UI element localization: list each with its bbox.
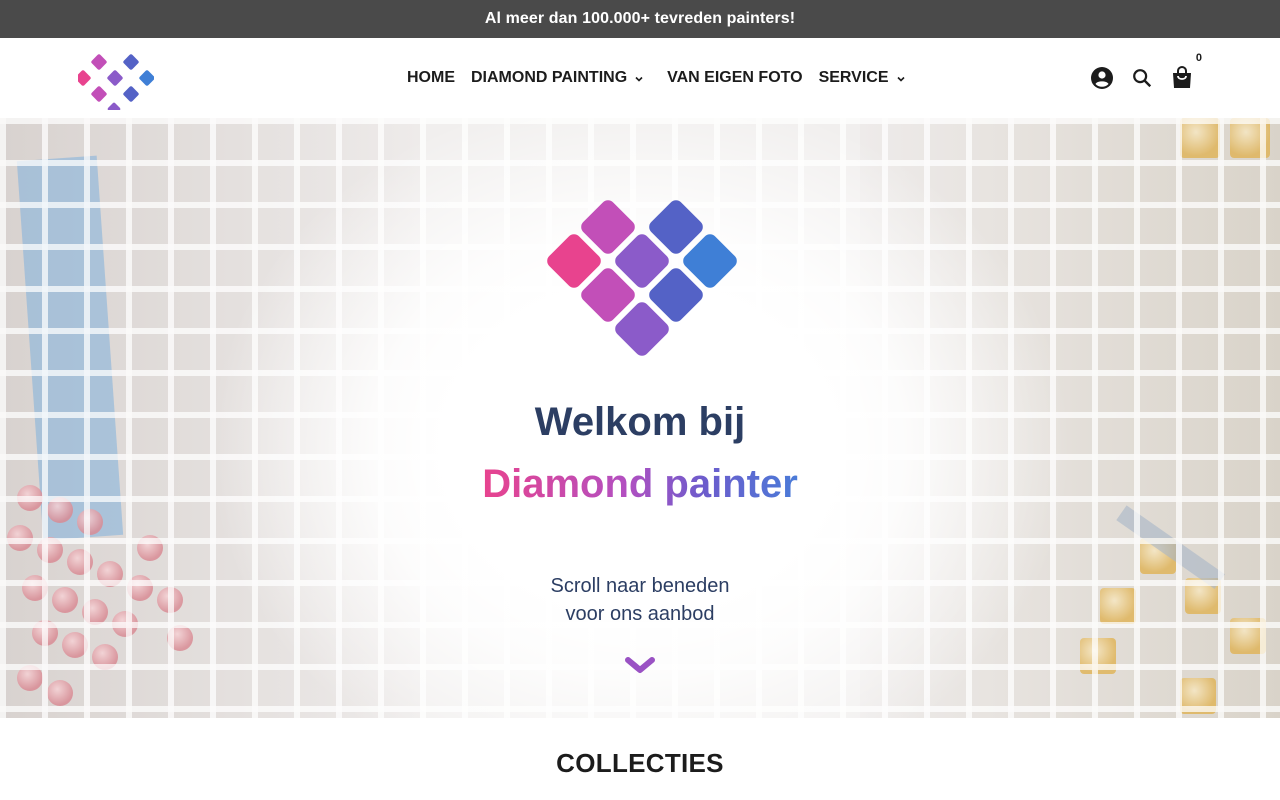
- chevron-down-icon: [633, 72, 645, 84]
- hero-brand-name: Diamond painter: [0, 462, 1280, 507]
- announcement-text: Al meer dan 100.000+ tevreden painters!: [484, 10, 796, 27]
- header-icons: 0: [1074, 38, 1202, 118]
- hero-scroll-text: Scroll naar beneden voor ons aanbod: [0, 572, 1280, 628]
- nav-service[interactable]: SERVICE: [819, 69, 907, 87]
- hero-banner: Welkom bij Diamond painter Scroll naar b…: [0, 118, 1280, 718]
- site-logo[interactable]: [75, 48, 155, 116]
- chevron-down-icon[interactable]: [624, 654, 656, 678]
- nav-home[interactable]: HOME: [407, 69, 455, 87]
- search-icon[interactable]: [1130, 66, 1154, 90]
- collections-heading: COLLECTIES: [556, 748, 724, 778]
- nav-home-label: HOME: [407, 69, 455, 86]
- nav-diamond-painting-label: DIAMOND PAINTING: [471, 69, 628, 86]
- hero-brand-text: Diamond painter: [482, 462, 798, 506]
- cart-count-badge: 0: [1195, 52, 1202, 64]
- chevron-down-icon: [895, 72, 907, 84]
- nav-van-eigen-foto[interactable]: VAN EIGEN FOTO: [667, 69, 802, 87]
- hero-title: Welkom bij: [534, 400, 746, 444]
- nav-service-label: SERVICE: [818, 69, 889, 86]
- announcement-bar: Al meer dan 100.000+ tevreden painters!: [0, 0, 1280, 38]
- main-navigation: HOME DIAMOND PAINTING VAN EIGEN FOTO SER…: [407, 38, 929, 118]
- nav-van-eigen-foto-label: VAN EIGEN FOTO: [667, 69, 803, 86]
- hero-scroll-line2: voor ons aanbod: [565, 603, 715, 625]
- hero-heart-logo-icon: [539, 198, 741, 366]
- hero-content: Welkom bij Diamond painter Scroll naar b…: [0, 118, 1280, 718]
- account-icon[interactable]: [1090, 66, 1114, 90]
- nav-diamond-painting[interactable]: DIAMOND PAINTING: [471, 69, 645, 87]
- site-header: HOME DIAMOND PAINTING VAN EIGEN FOTO SER…: [0, 38, 1280, 118]
- hero-scroll-line1: Scroll naar beneden: [550, 575, 730, 597]
- cart-icon[interactable]: 0: [1170, 52, 1202, 90]
